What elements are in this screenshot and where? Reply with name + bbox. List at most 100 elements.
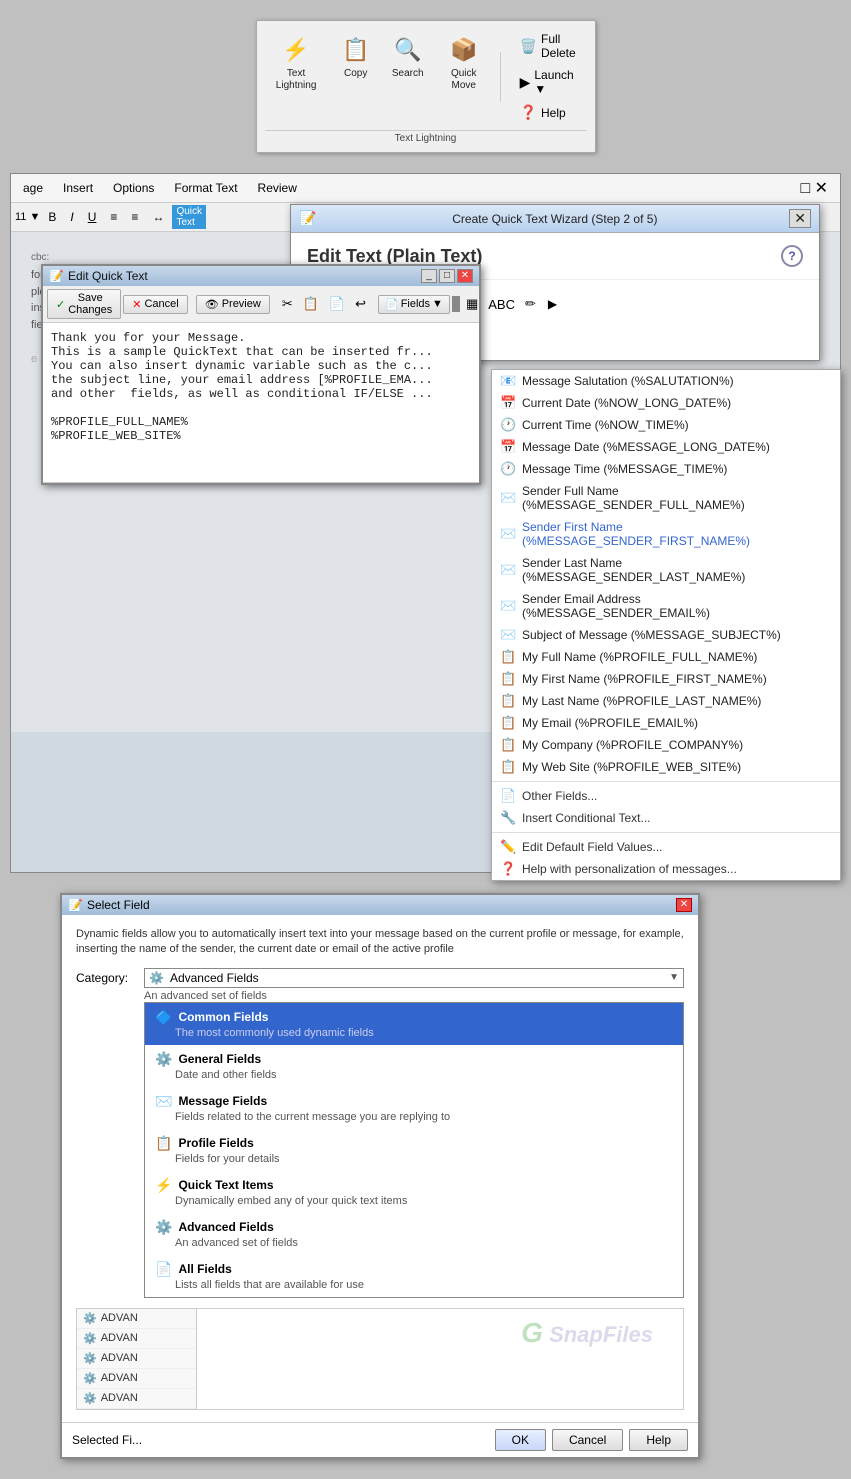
menu-subject[interactable]: ✉️ Subject of Message (%MESSAGE_SUBJECT%… — [492, 624, 840, 646]
current-date-icon: 📅 — [500, 395, 516, 411]
message-salutation-icon: 📧 — [500, 373, 516, 389]
menu-sender-first-name[interactable]: ✉️ Sender First Name (%MESSAGE_SENDER_FI… — [492, 516, 840, 552]
cancel-button[interactable]: ✕ Cancel — [123, 295, 187, 314]
menu-options[interactable]: Options — [109, 179, 158, 197]
launch-button[interactable]: ▶ Launch ▼ — [513, 65, 587, 99]
sf-left-item-5[interactable]: ⚙️ ADVAN — [77, 1389, 196, 1409]
edit-qt-text-area[interactable]: Thank you for your Message. This is a sa… — [43, 323, 479, 483]
profile-fields-icon: 📋 — [155, 1135, 172, 1152]
menu-my-company[interactable]: 📋 My Company (%PROFILE_COMPANY%) — [492, 734, 840, 756]
fields-dropdown-button[interactable]: 📄 Fields ▼ — [378, 295, 450, 314]
menu-message-salutation[interactable]: 📧 Message Salutation (%SALUTATION%) — [492, 370, 840, 392]
sf-left-item-3-icon: ⚙️ — [83, 1352, 97, 1365]
color-picker-btn[interactable] — [452, 296, 460, 312]
bold-button[interactable]: B — [42, 207, 62, 227]
menu-sender-email[interactable]: ✉️ Sender Email Address (%MESSAGE_SENDER… — [492, 588, 840, 624]
highlight-btn[interactable]: ✏ — [521, 294, 540, 314]
menu-help-personalization[interactable]: ❓ Help with personalization of messages.… — [492, 858, 840, 880]
menu-insert-conditional[interactable]: 🔧 Insert Conditional Text... — [492, 807, 840, 829]
menu-insert[interactable]: Insert — [59, 179, 97, 197]
menu-my-first-name[interactable]: 📋 My First Name (%PROFILE_FIRST_NAME%) — [492, 668, 840, 690]
sf-category-label: Category: — [76, 968, 136, 985]
menu-sender-last-name[interactable]: ✉️ Sender Last Name (%MESSAGE_SENDER_LAS… — [492, 552, 840, 588]
current-time-icon: 🕐 — [500, 417, 516, 433]
quick-move-icon: 📦 — [448, 34, 480, 66]
wizard-close-button[interactable]: ✕ — [789, 209, 811, 228]
sf-dropdown-item-message[interactable]: ✉️ Message Fields Fields related to the … — [145, 1087, 683, 1129]
preview-button[interactable]: 👁 Preview — [196, 295, 270, 314]
sf-help-button[interactable]: Help — [629, 1429, 688, 1451]
edit-qt-titlebar: 📝 Edit Quick Text _ □ ✕ — [43, 266, 479, 286]
menu-edit-default[interactable]: ✏️ Edit Default Field Values... — [492, 836, 840, 858]
sf-left-item-4[interactable]: ⚙️ ADVAN — [77, 1369, 196, 1389]
menu-my-email[interactable]: 📋 My Email (%PROFILE_EMAIL%) — [492, 712, 840, 734]
sf-dropdown-item-advanced[interactable]: ⚙️ Advanced Fields An advanced set of fi… — [145, 1213, 683, 1255]
sf-category-combo[interactable]: ⚙️ Advanced Fields ▼ — [144, 968, 684, 988]
sf-left-item-1[interactable]: ⚙️ ADVAN — [77, 1309, 196, 1329]
message-fields-icon: ✉️ — [155, 1093, 172, 1110]
copy-icon-button[interactable]: 📋 — [299, 294, 323, 314]
sf-close-button[interactable]: ✕ — [676, 898, 692, 912]
menu-my-full-name[interactable]: 📋 My Full Name (%PROFILE_FULL_NAME%) — [492, 646, 840, 668]
menu-sender-full-name[interactable]: ✉️ Sender Full Name (%MESSAGE_SENDER_FUL… — [492, 480, 840, 516]
menu-message-date[interactable]: 📅 Message Date (%MESSAGE_LONG_DATE%) — [492, 436, 840, 458]
cut-button[interactable]: ✂ — [278, 294, 297, 314]
sf-ok-button[interactable]: OK — [495, 1429, 546, 1451]
sf-left-item-3[interactable]: ⚙️ ADVAN — [77, 1349, 196, 1369]
snapfiles-watermark: G SnapFiles — [521, 1317, 653, 1349]
quick-text-btn[interactable]: QuickText — [172, 205, 206, 229]
copy-button[interactable]: 📋 Copy — [332, 29, 380, 85]
general-fields-icon: ⚙️ — [155, 1051, 172, 1068]
maximize-button[interactable]: □ — [439, 269, 455, 283]
menu-other-fields[interactable]: 📄 Other Fields... — [492, 785, 840, 807]
menu-message-time[interactable]: 🕐 Message Time (%MESSAGE_TIME%) — [492, 458, 840, 480]
wizard-help-icon[interactable]: ? — [781, 245, 803, 267]
menu-my-web-site[interactable]: 📋 My Web Site (%PROFILE_WEB_SITE%) — [492, 756, 840, 778]
insert-conditional-icon: 🔧 — [500, 810, 516, 826]
undo-button[interactable]: ↩ — [351, 294, 370, 314]
quick-text-items-desc: Dynamically embed any of your quick text… — [155, 1195, 673, 1207]
close-button[interactable]: ✕ — [457, 269, 473, 283]
sf-category-desc: An advanced set of fields — [144, 990, 684, 1002]
menu-current-date[interactable]: 📅 Current Date (%NOW_LONG_DATE%) — [492, 392, 840, 414]
menu-sep-1 — [492, 781, 840, 782]
all-fields-desc: Lists all fields that are available for … — [155, 1279, 673, 1291]
sf-dropdown-item-profile[interactable]: 📋 Profile Fields Fields for your details — [145, 1129, 683, 1171]
format-btn[interactable]: ▦ — [462, 294, 482, 314]
text-lightning-button[interactable]: ⚡ Text Lightning — [265, 29, 328, 97]
sf-left-item-2[interactable]: ⚙️ ADVAN — [77, 1329, 196, 1349]
save-changes-button[interactable]: ✓ Save Changes — [47, 289, 121, 319]
menu-current-time[interactable]: 🕐 Current Time (%NOW_TIME%) — [492, 414, 840, 436]
numbering-button[interactable]: ≡ — [125, 207, 144, 227]
underline-button[interactable]: U — [82, 207, 103, 227]
copy-icon: 📋 — [340, 34, 372, 66]
my-company-icon: 📋 — [500, 737, 516, 753]
help-button[interactable]: ❓ Help — [513, 101, 587, 124]
help-icon: ❓ — [520, 104, 537, 121]
menu-age[interactable]: age — [19, 179, 47, 197]
menu-format-text[interactable]: Format Text — [170, 179, 241, 197]
edit-qt-title-text: Edit Quick Text — [68, 269, 148, 283]
scroll-right-btn[interactable]: ▶ — [548, 297, 557, 311]
quick-move-button[interactable]: 📦 Quick Move — [436, 29, 492, 97]
menu-review[interactable]: Review — [254, 179, 301, 197]
bullets-button[interactable]: ≡ — [104, 207, 123, 227]
sf-dropdown-item-general[interactable]: ⚙️ General Fields Date and other fields — [145, 1045, 683, 1087]
sf-dropdown-item-quick-text[interactable]: ⚡ Quick Text Items Dynamically embed any… — [145, 1171, 683, 1213]
paste-button[interactable]: 📄 — [325, 294, 349, 314]
sf-cancel-button[interactable]: Cancel — [552, 1429, 623, 1451]
italic-button[interactable]: I — [64, 207, 79, 227]
wizard-title-icon: 📝 — [299, 210, 316, 227]
all-fields-icon: 📄 — [155, 1261, 172, 1278]
menu-my-last-name[interactable]: 📋 My Last Name (%PROFILE_LAST_NAME%) — [492, 690, 840, 712]
sf-dropdown-item-common[interactable]: 🔷 Common Fields The most commonly used d… — [145, 1003, 683, 1045]
fields-dropdown-menu: 📧 Message Salutation (%SALUTATION%) 📅 Cu… — [491, 369, 841, 881]
indent-button[interactable]: ↔ — [146, 207, 170, 227]
ribbon-right-buttons: 🗑️ Full Delete ▶ Launch ▼ ❓ Help — [513, 29, 587, 124]
sender-email-icon: ✉️ — [500, 598, 516, 614]
spellcheck-btn[interactable]: ABC — [484, 295, 519, 314]
sf-dropdown-item-all[interactable]: 📄 All Fields Lists all fields that are a… — [145, 1255, 683, 1297]
full-delete-button[interactable]: 🗑️ Full Delete — [513, 29, 587, 63]
search-button[interactable]: 🔍 Search — [384, 29, 432, 85]
minimize-button[interactable]: _ — [421, 269, 437, 283]
